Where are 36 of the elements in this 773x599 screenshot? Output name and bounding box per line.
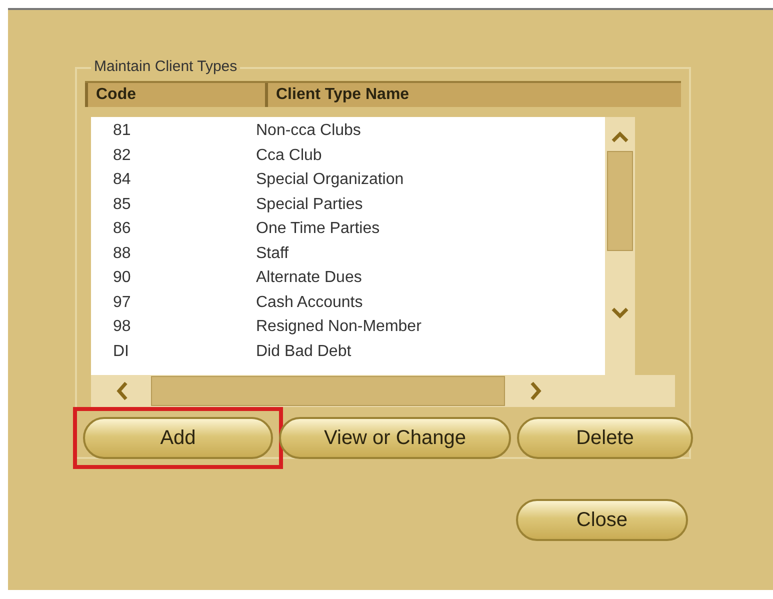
- name-cell-text: Did Bad Debt: [256, 342, 352, 362]
- scroll-left-icon[interactable]: [115, 381, 129, 401]
- name-cell-text: One Time Parties: [256, 219, 380, 239]
- name-cell-text: Cca Club: [256, 146, 322, 166]
- column-header[interactable]: Client Type Name: [265, 83, 681, 107]
- close-button[interactable]: Close: [516, 499, 688, 541]
- name-cell-text: Resigned Non-Member: [256, 317, 422, 337]
- name-cell-text: Non-cca Clubs: [256, 121, 361, 141]
- scroll-up-icon[interactable]: [611, 131, 629, 143]
- code-cell-text: 86: [112, 219, 132, 239]
- code-cell-text: DI: [112, 342, 130, 362]
- code-cell-text: 84: [112, 170, 132, 190]
- code-cell-text: 82: [112, 146, 132, 166]
- code-cell-text: 85: [112, 194, 132, 214]
- scroll-right-icon[interactable]: [529, 381, 543, 401]
- name-cell-text: Staff: [256, 244, 289, 264]
- client-type-list[interactable]: 81 Non-cca Clubs 82 Cca Club 84 Special Organization 85 Special Parties 86 One Time Parties 88 Staff 90 Alternate Dues 97 Cash Accounts 98 Resigned Non-Member DI Did Bad Debt: [91, 117, 605, 375]
- name-cell-text: Alternate Dues: [256, 268, 362, 288]
- dialog-button[interactable]: Delete: [517, 417, 693, 459]
- column-header[interactable]: Code: [85, 83, 265, 107]
- group-title: Maintain Client Types: [91, 58, 240, 76]
- name-cell-text: Special Parties: [256, 194, 363, 214]
- code-cell-text: 97: [112, 292, 132, 312]
- dialog-button[interactable]: View or Change: [279, 417, 511, 459]
- horizontal-scrollbar[interactable]: [91, 375, 675, 407]
- name-cell-text: Special Organization: [256, 170, 404, 190]
- scroll-thumb[interactable]: [151, 376, 505, 406]
- scroll-thumb[interactable]: [607, 151, 633, 251]
- name-cell-text: Cash Accounts: [256, 292, 363, 312]
- code-cell-text: 98: [112, 317, 132, 337]
- scroll-down-icon[interactable]: [611, 307, 629, 319]
- code-cell-text: 88: [112, 244, 132, 264]
- code-cell-text: 81: [112, 121, 132, 141]
- vertical-scrollbar[interactable]: [605, 117, 635, 375]
- code-cell-text: 90: [112, 268, 132, 288]
- dialog-button[interactable]: Add: [83, 417, 273, 459]
